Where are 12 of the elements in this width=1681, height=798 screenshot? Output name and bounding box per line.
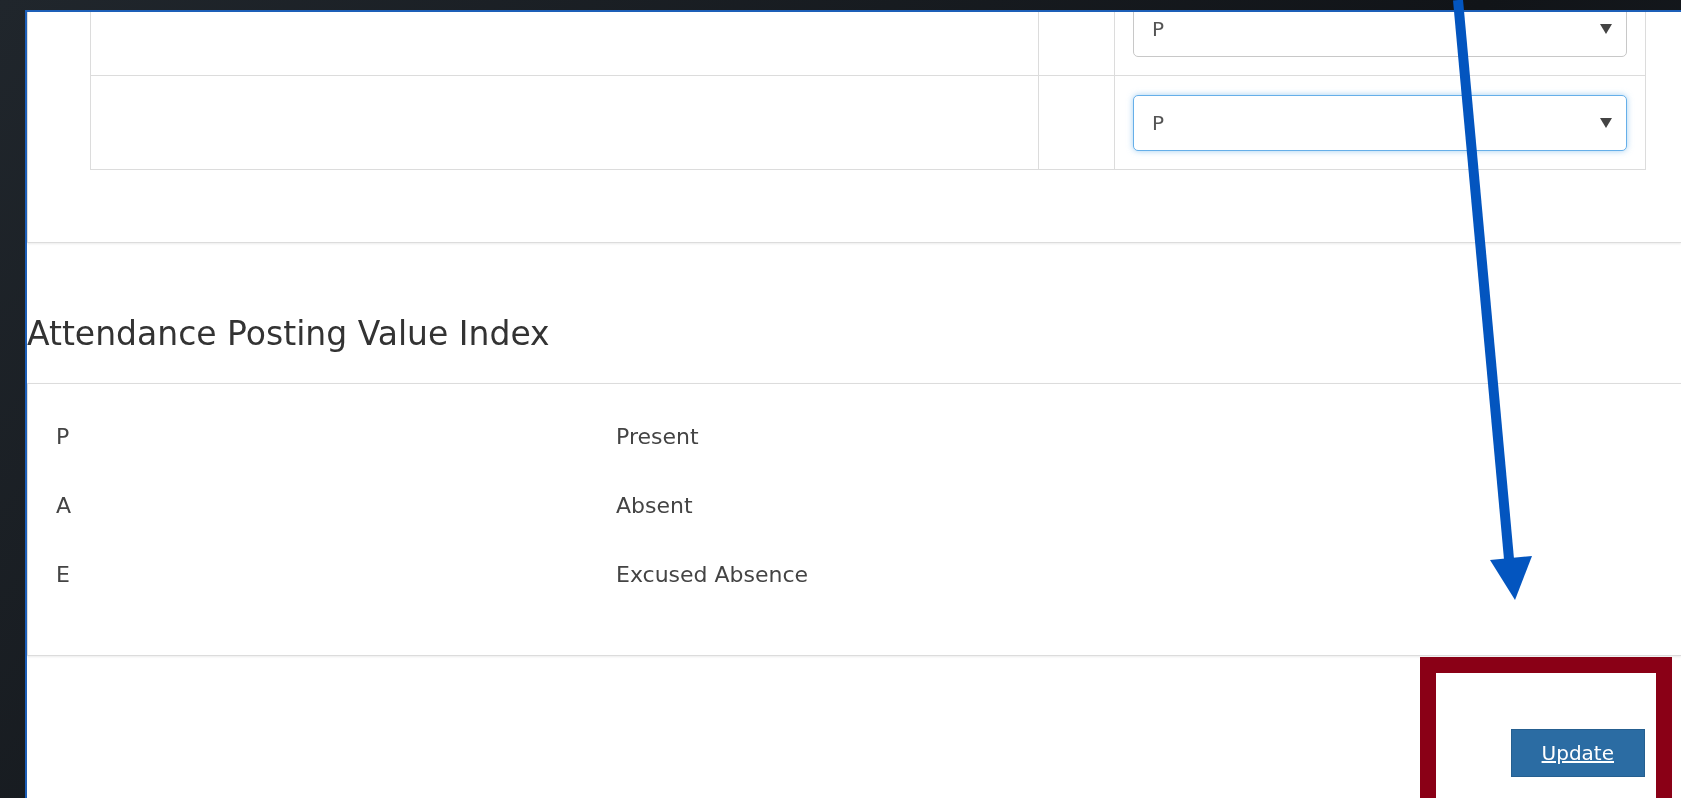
section-title: Attendance Posting Value Index [27,314,551,353]
status-select[interactable]: P [1133,94,1627,151]
meaning-text: Excused Absence [616,562,810,587]
code-text: E [56,562,71,587]
code-text: P [56,424,71,449]
meaning-text: Absent [616,493,694,518]
meaning-text: Present [616,424,700,449]
caret-icon [1600,23,1612,34]
caret-icon [1600,117,1612,128]
status-select[interactable]: P [1133,12,1627,57]
update-button[interactable]: Update [1510,729,1645,777]
code-text: A [56,493,73,518]
